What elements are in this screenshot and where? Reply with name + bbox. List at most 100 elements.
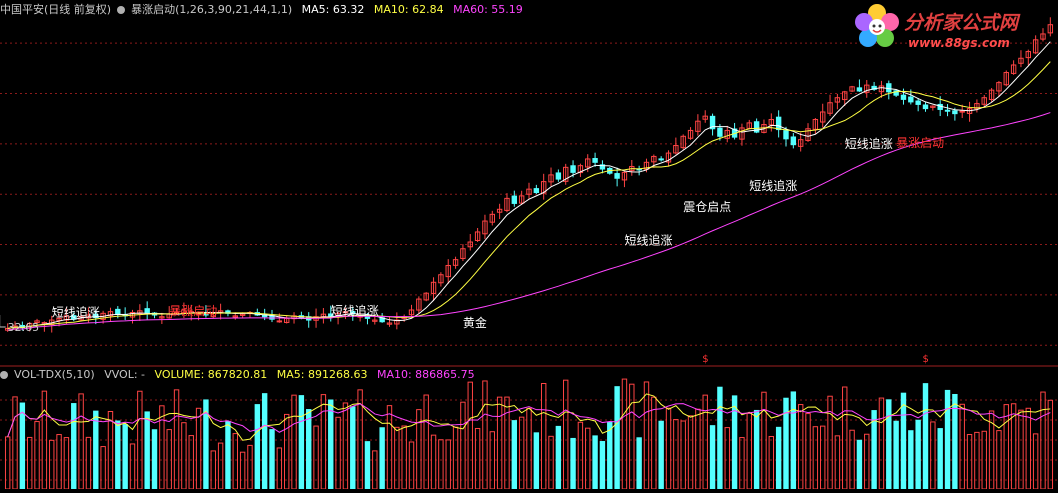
watermark-url: www.88gs.com bbox=[908, 36, 1010, 50]
volume-bar bbox=[511, 420, 518, 490]
volume-bar bbox=[518, 416, 525, 490]
volume-bar bbox=[19, 402, 26, 490]
volume-readout: VOLUME: 867820.81 bbox=[154, 368, 268, 381]
volume-bar bbox=[944, 389, 951, 490]
volume-bar bbox=[966, 434, 973, 490]
candle-body bbox=[144, 308, 150, 314]
volume-bar bbox=[232, 433, 238, 490]
candle-body bbox=[783, 130, 789, 140]
volume-bar bbox=[85, 436, 92, 490]
volume-bar bbox=[4, 436, 11, 490]
candle-body bbox=[915, 100, 921, 105]
volume-bar bbox=[1018, 409, 1024, 490]
volume-bar bbox=[56, 434, 62, 490]
ma60-line bbox=[7, 112, 1051, 331]
volume-bar bbox=[908, 430, 914, 490]
volume-bar bbox=[482, 380, 488, 490]
candle-body bbox=[886, 83, 892, 93]
indicator-toggle-icon[interactable] bbox=[117, 6, 126, 14]
chart-canvas[interactable]: 短线追涨暴涨启动短线追涨黄金短线追涨震仓启点短线追涨短线追涨暴涨启动震仓启点32… bbox=[0, 0, 1058, 490]
volume-bar bbox=[181, 422, 187, 490]
candle-body bbox=[908, 96, 914, 103]
candlestick-series bbox=[4, 17, 1054, 333]
watermark-title: 分析家公式网 bbox=[904, 12, 1019, 34]
signal-label: 短线追涨 bbox=[624, 233, 672, 248]
volume-bar bbox=[937, 428, 943, 490]
candle-body bbox=[592, 158, 598, 163]
volume-bar bbox=[761, 391, 767, 490]
volume-bar bbox=[636, 437, 642, 490]
volume-bar bbox=[438, 439, 444, 490]
volume-bar bbox=[687, 415, 694, 490]
volume-bar bbox=[364, 441, 371, 490]
volume-bar bbox=[959, 403, 965, 490]
candle-body bbox=[900, 94, 907, 100]
candle-body bbox=[717, 127, 723, 137]
volume-bar bbox=[731, 395, 738, 490]
stock-chart[interactable]: 短线追涨暴涨启动短线追涨黄金短线追涨震仓启点短线追涨短线追涨暴涨启动震仓启点32… bbox=[0, 0, 1058, 490]
volume-bar bbox=[34, 421, 40, 490]
volume-bar bbox=[607, 422, 613, 490]
volume-bar bbox=[643, 381, 650, 490]
volume-bar bbox=[930, 421, 936, 490]
candle-body bbox=[511, 195, 518, 204]
volume-bar bbox=[225, 420, 231, 490]
volume-bar bbox=[856, 439, 863, 490]
volume-bar bbox=[1003, 404, 1009, 490]
ma5-readout: MA5: 63.32 bbox=[301, 3, 365, 16]
volume-bar bbox=[115, 420, 121, 490]
volume-ma5-readout: MA5: 891268.63 bbox=[276, 368, 368, 381]
volume-indicator-name: VOL-TDX(5,10) bbox=[14, 368, 95, 381]
volume-bar bbox=[592, 435, 598, 490]
volume-bar bbox=[842, 386, 848, 490]
volume-bar bbox=[526, 408, 532, 490]
security-name: 中国平安(日线 前复权) bbox=[0, 3, 112, 16]
candle-body bbox=[944, 109, 951, 112]
volume-bar bbox=[717, 386, 723, 490]
volume-bar bbox=[210, 450, 216, 490]
volume-bar bbox=[129, 443, 136, 490]
volume-bar bbox=[886, 399, 892, 490]
volume-bar bbox=[680, 420, 686, 490]
volume-bar bbox=[276, 447, 283, 490]
candle-body bbox=[555, 172, 562, 180]
volume-bar bbox=[26, 436, 33, 490]
volume-bar bbox=[827, 395, 833, 490]
volume-bar bbox=[423, 394, 429, 490]
volume-toggle-icon[interactable] bbox=[0, 371, 8, 379]
volume-bar bbox=[893, 420, 899, 490]
volume-bar bbox=[871, 410, 877, 490]
volume-bar bbox=[878, 397, 885, 490]
volume-bar bbox=[298, 395, 305, 490]
volume-bar bbox=[93, 410, 99, 490]
volume-bar bbox=[702, 394, 708, 490]
candle-body bbox=[790, 136, 797, 146]
volume-bar bbox=[570, 437, 576, 490]
volume-bar bbox=[430, 434, 437, 490]
ma10-readout: MA10: 62.84 bbox=[373, 3, 444, 16]
signal-label: 短线追涨 bbox=[52, 305, 100, 320]
volume-bar bbox=[379, 427, 385, 490]
vvol-readout: VVOL: - bbox=[104, 368, 146, 381]
volume-bar bbox=[864, 433, 870, 490]
volume-bar bbox=[78, 393, 84, 490]
volume-bar bbox=[269, 429, 275, 490]
volume-bar bbox=[834, 435, 841, 490]
volume-bar bbox=[805, 413, 811, 490]
candle-body bbox=[959, 110, 965, 113]
volume-bar bbox=[599, 441, 606, 490]
signal-label: 短线追涨 bbox=[331, 303, 379, 318]
volume-series bbox=[4, 378, 1054, 490]
min-price-label: 32.65 bbox=[8, 321, 40, 334]
volume-bar bbox=[548, 435, 554, 490]
volume-ma10-readout: MA10: 886865.75 bbox=[376, 368, 475, 381]
volume-bar bbox=[974, 431, 980, 490]
volume-bar bbox=[1040, 391, 1046, 490]
volume-bar bbox=[408, 441, 415, 490]
volume-bar bbox=[188, 435, 194, 490]
candle-body bbox=[922, 104, 929, 110]
volume-bar bbox=[328, 399, 334, 490]
candle-body bbox=[614, 173, 620, 179]
volume-bar bbox=[254, 404, 261, 490]
volume-bar bbox=[658, 420, 664, 490]
